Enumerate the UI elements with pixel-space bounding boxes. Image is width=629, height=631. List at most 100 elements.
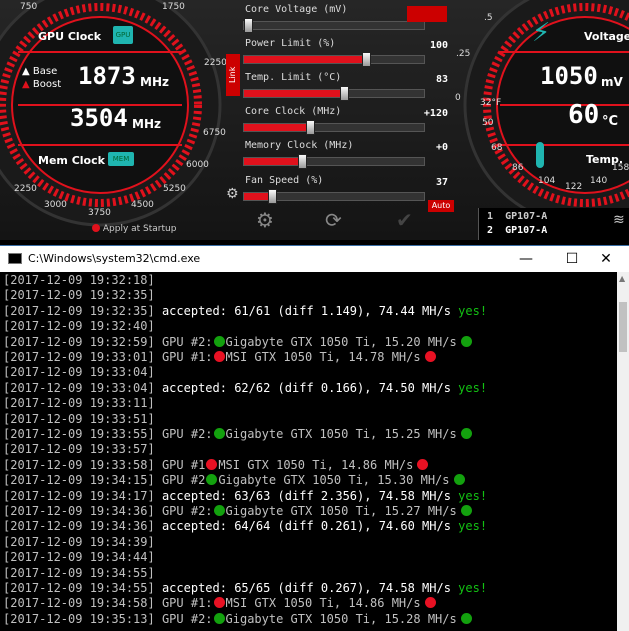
base-label: ▲ Base bbox=[22, 66, 58, 77]
accepted-yes: yes! bbox=[458, 488, 488, 503]
rtick-140: 140 bbox=[590, 176, 608, 186]
scroll-up-icon[interactable]: ▲ bbox=[619, 274, 625, 283]
gpu-hashrate: Gigabyte GTX 1050 Ti, 15.20 MH/s bbox=[225, 334, 457, 349]
gpu-label: GPU #2: bbox=[161, 611, 213, 626]
red-status-dot-icon bbox=[417, 458, 429, 470]
thermometer-icon bbox=[536, 142, 544, 168]
apply-check-icon[interactable]: ✔ bbox=[396, 208, 413, 232]
minimize-button[interactable]: — bbox=[503, 247, 549, 271]
timestamp: [2017-12-09 19:32:59] bbox=[3, 334, 155, 349]
console-line: [2017-12-09 19:33:58] GPU #1 MSI GTX 1050… bbox=[3, 458, 429, 473]
link-button[interactable]: Link bbox=[226, 54, 240, 96]
tick-2250b: 2250 bbox=[14, 184, 37, 194]
rtick-0: 0 bbox=[455, 93, 461, 103]
console-line: [2017-12-09 19:35:13] GPU #2: Gigabyte GT… bbox=[3, 612, 473, 627]
close-button[interactable]: ✕ bbox=[583, 247, 629, 271]
gpu-list-item[interactable]: 2 GP107-A bbox=[487, 225, 547, 236]
gpu-label: GPU #2: bbox=[161, 334, 213, 349]
red-status-dot-icon bbox=[213, 351, 225, 362]
console-line: [2017-12-09 19:32:40] bbox=[3, 319, 155, 334]
timestamp: [2017-12-09 19:35:13] bbox=[3, 611, 155, 626]
red-status-dot-icon bbox=[424, 351, 436, 362]
accepted-yes: yes! bbox=[458, 519, 488, 534]
memory-clock-label: Memory Clock (MHz) bbox=[245, 140, 354, 151]
console-line: [2017-12-09 19:33:51] bbox=[3, 412, 155, 427]
gpu-label: GPU #2: bbox=[161, 427, 213, 441]
apply-at-startup-toggle[interactable]: Apply at Startup bbox=[92, 224, 176, 234]
mem-clock-label: Mem Clock bbox=[38, 154, 105, 167]
tick-6000: 6000 bbox=[186, 160, 209, 170]
temp-value: 60 bbox=[568, 100, 600, 130]
green-status-dot-icon bbox=[213, 335, 225, 347]
power-icon bbox=[92, 224, 100, 232]
core-voltage-label: Core Voltage (mV) bbox=[245, 4, 348, 15]
tick-3000: 3000 bbox=[44, 200, 67, 210]
rtick-104: 104 bbox=[538, 176, 556, 186]
tick-6750: 6750 bbox=[203, 128, 226, 138]
gpu-hashrate: MSI GTX 1050 Ti, 14.86 MH/s bbox=[218, 457, 414, 472]
power-limit-value: 100 bbox=[429, 40, 448, 51]
mem-clock-unit: MHz bbox=[132, 117, 161, 131]
console-line: [2017-12-09 19:33:04] accepted: 62/62 (d… bbox=[3, 381, 487, 396]
green-status-dot-icon bbox=[460, 612, 472, 624]
multi-gpu-icon[interactable]: ≋ bbox=[613, 212, 625, 228]
gpu-hashrate: Gigabyte GTX 1050 Ti, 15.30 MH/s bbox=[218, 473, 450, 488]
console-scrollbar[interactable]: ▲ bbox=[617, 272, 629, 631]
rtick-158: 158 bbox=[612, 163, 629, 173]
fan-auto-button[interactable]: Auto bbox=[428, 200, 454, 212]
timestamp: [2017-12-09 19:32:18] bbox=[3, 273, 155, 287]
core-voltage-accent bbox=[407, 6, 447, 22]
console-line: [2017-12-09 19:33:55] GPU #2: Gigabyte GT… bbox=[3, 427, 473, 442]
gpu-list-item[interactable]: 1 GP107-A bbox=[487, 211, 547, 222]
rtick-122: 122 bbox=[565, 182, 583, 192]
gpu-list: 1 GP107-A 2 GP107-A ≋ bbox=[478, 208, 629, 240]
console-output[interactable]: [2017-12-09 19:32:18] [2017-12-09 19:32:3… bbox=[0, 272, 616, 631]
console-line: [2017-12-09 19:33:11] bbox=[3, 396, 155, 411]
rtick-50: 50 bbox=[482, 118, 494, 128]
voltage-unit: mV bbox=[601, 75, 623, 89]
reset-icon[interactable]: ⟳ bbox=[325, 208, 342, 232]
accepted-yes: yes! bbox=[458, 581, 488, 595]
accepted-text: accepted: 62/62 (diff 0.166), 74.50 MH/s bbox=[161, 380, 451, 395]
console-line: [2017-12-09 19:32:35] accepted: 61/61 (d… bbox=[3, 304, 487, 319]
fan-gear-icon[interactable]: ⚙ bbox=[226, 186, 239, 202]
mem-clock-value: 3504 bbox=[70, 104, 128, 132]
console-line: [2017-12-09 19:34:55] bbox=[3, 566, 155, 581]
tick-5250: 5250 bbox=[163, 184, 186, 194]
tick-2250: 2250 bbox=[204, 58, 227, 68]
red-status-dot-icon bbox=[213, 597, 225, 609]
core-clock-slider[interactable] bbox=[243, 120, 425, 135]
power-limit-slider[interactable] bbox=[243, 52, 425, 67]
fan-speed-slider[interactable] bbox=[243, 189, 425, 204]
timestamp: [2017-12-09 19:33:55] bbox=[3, 427, 155, 441]
timestamp: [2017-12-09 19:34:55] bbox=[3, 565, 155, 580]
temp-unit: °C bbox=[602, 114, 619, 129]
console-line: [2017-12-09 19:34:55] accepted: 65/65 (d… bbox=[3, 581, 487, 596]
scroll-thumb[interactable] bbox=[619, 302, 627, 352]
console-line: [2017-12-09 19:34:36] accepted: 64/64 (d… bbox=[3, 519, 487, 534]
tick-1750: 1750 bbox=[162, 2, 185, 12]
core-clock-label: Core Clock (MHz) bbox=[245, 106, 342, 117]
green-status-dot-icon bbox=[213, 428, 225, 439]
accepted-text: accepted: 61/61 (diff 1.149), 74.44 MH/s bbox=[161, 303, 451, 318]
green-status-dot-icon bbox=[213, 505, 225, 516]
timestamp: [2017-12-09 19:33:51] bbox=[3, 411, 155, 426]
timestamp: [2017-12-09 19:34:44] bbox=[3, 550, 155, 565]
core-voltage-slider[interactable] bbox=[243, 18, 425, 33]
timestamp: [2017-12-09 19:34:39] bbox=[3, 534, 155, 549]
gpu-hashrate: MSI GTX 1050 Ti, 14.78 MH/s bbox=[225, 350, 421, 364]
settings-gear-icon[interactable]: ⚙ bbox=[256, 208, 274, 232]
timestamp: [2017-12-09 19:33:11] bbox=[3, 396, 155, 411]
power-limit-label: Power Limit (%) bbox=[245, 38, 336, 49]
timestamp: [2017-12-09 19:33:57] bbox=[3, 442, 155, 457]
gpu-label: GPU #2 bbox=[161, 473, 206, 488]
temp-limit-slider[interactable] bbox=[243, 86, 425, 101]
green-status-dot-icon bbox=[213, 612, 225, 624]
tick-4500: 4500 bbox=[131, 200, 154, 210]
memory-clock-slider[interactable] bbox=[243, 154, 425, 169]
core-clock-value: +120 bbox=[423, 108, 448, 119]
cmd-titlebar[interactable]: C:\Windows\system32\cmd.exe — ☐ ✕ bbox=[0, 245, 629, 272]
gpu-hashrate: MSI GTX 1050 Ti, 14.86 MH/s bbox=[225, 596, 421, 611]
voltage-bolt-icon: ⚡ bbox=[532, 18, 551, 48]
rtick-86: 86 bbox=[512, 163, 524, 173]
